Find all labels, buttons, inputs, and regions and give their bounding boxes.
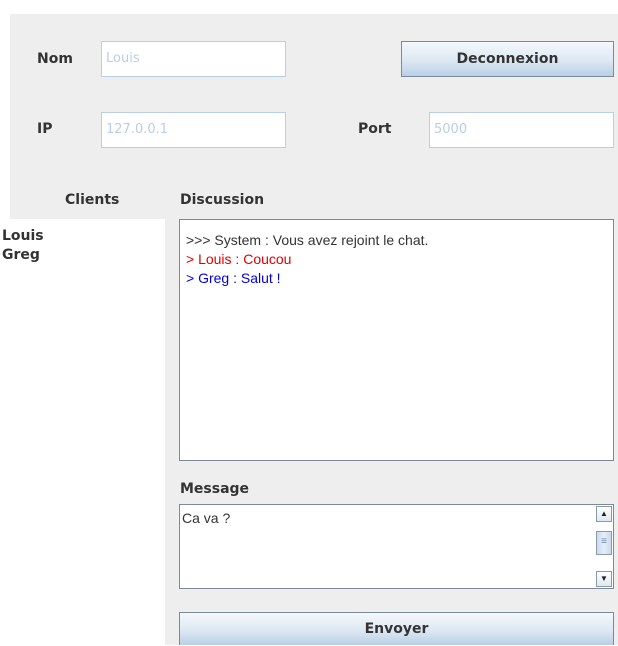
scrollbar-thumb[interactable]: ≡ [596, 531, 612, 555]
envoyer-button[interactable]: Envoyer [179, 612, 614, 645]
discussion-title: Discussion [180, 192, 265, 208]
port-label: Port [358, 121, 392, 137]
scroll-down-icon[interactable]: ▼ [596, 571, 612, 587]
discussion-message: > Greg : Salut ! [186, 270, 281, 286]
ip-label: IP [37, 121, 53, 137]
discussion-area: >>> System : Vous avez rejoint le chat. … [179, 219, 614, 461]
nom-input[interactable]: Louis [101, 41, 286, 77]
ip-input[interactable]: 127.0.0.1 [101, 112, 286, 148]
port-input[interactable]: 5000 [429, 112, 614, 148]
client-item[interactable]: Louis [0, 227, 165, 246]
discussion-message: >>> System : Vous avez rejoint le chat. [186, 232, 429, 248]
client-item[interactable]: Greg [0, 246, 165, 265]
message-text: Ca va ? [182, 510, 231, 526]
deconnexion-button[interactable]: Deconnexion [401, 41, 614, 77]
message-input[interactable]: Ca va ? ▲ ≡ ▼ [179, 504, 614, 589]
scroll-up-icon[interactable]: ▲ [596, 506, 612, 522]
message-title: Message [180, 481, 250, 497]
nom-label: Nom [37, 51, 73, 67]
clients-title: Clients [65, 192, 120, 208]
discussion-message: > Louis : Coucou [186, 251, 292, 267]
clients-list[interactable]: Louis Greg [0, 219, 165, 645]
